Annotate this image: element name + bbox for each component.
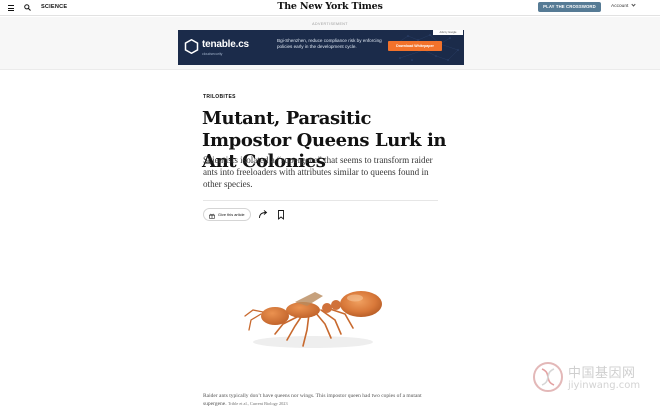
gift-article-button[interactable]: Give this article bbox=[203, 208, 251, 221]
ad-download-button[interactable]: Download Whitepaper bbox=[388, 41, 442, 51]
article-summary: Scientists isolated a “supergene” that s… bbox=[203, 155, 433, 189]
divider bbox=[203, 200, 438, 201]
chevron-down-icon bbox=[631, 2, 636, 7]
account-label: Account bbox=[611, 4, 629, 9]
ant-photo[interactable] bbox=[203, 250, 439, 380]
photo-credit: Trible et al., Current Biology 2023 bbox=[227, 401, 288, 406]
ad-label: ADVERTISEMENT bbox=[312, 22, 348, 26]
tenable-logo-icon bbox=[184, 39, 199, 54]
ad-copy: Bgi-Shenzhen, reduce compliance risk by … bbox=[277, 38, 382, 49]
photo-caption: Raider ants typically don’t have queens … bbox=[203, 392, 439, 408]
site-watermark: 中国基因网 jiyinwang.com bbox=[532, 361, 654, 397]
share-icon[interactable] bbox=[256, 208, 270, 221]
watermark-cn: 中国基因网 bbox=[568, 366, 636, 381]
ad-brand-sub: cloudsecurity bbox=[202, 52, 223, 56]
account-menu[interactable]: Account bbox=[611, 2, 636, 9]
search-icon[interactable] bbox=[24, 4, 31, 11]
top-bar: SCIENCE The New York Times PLAY THE CROS… bbox=[0, 0, 660, 16]
ad-choices[interactable]: Ads by Google bbox=[433, 30, 463, 35]
nyt-logo[interactable]: The New York Times bbox=[270, 1, 390, 12]
menu-icon[interactable] bbox=[8, 5, 14, 11]
ad-brand: tenable.cs bbox=[202, 39, 249, 50]
play-crossword-button[interactable]: PLAY THE CROSSWORD bbox=[538, 2, 601, 12]
gift-icon bbox=[209, 213, 215, 219]
dna-logo-icon bbox=[533, 362, 563, 392]
article-kicker[interactable]: TRILOBITES bbox=[203, 94, 236, 100]
section-link-science[interactable]: SCIENCE bbox=[41, 4, 67, 10]
gift-article-label: Give this article bbox=[218, 212, 245, 217]
bookmark-icon[interactable] bbox=[274, 208, 288, 221]
watermark-en: jiyinwang.com bbox=[568, 380, 641, 391]
